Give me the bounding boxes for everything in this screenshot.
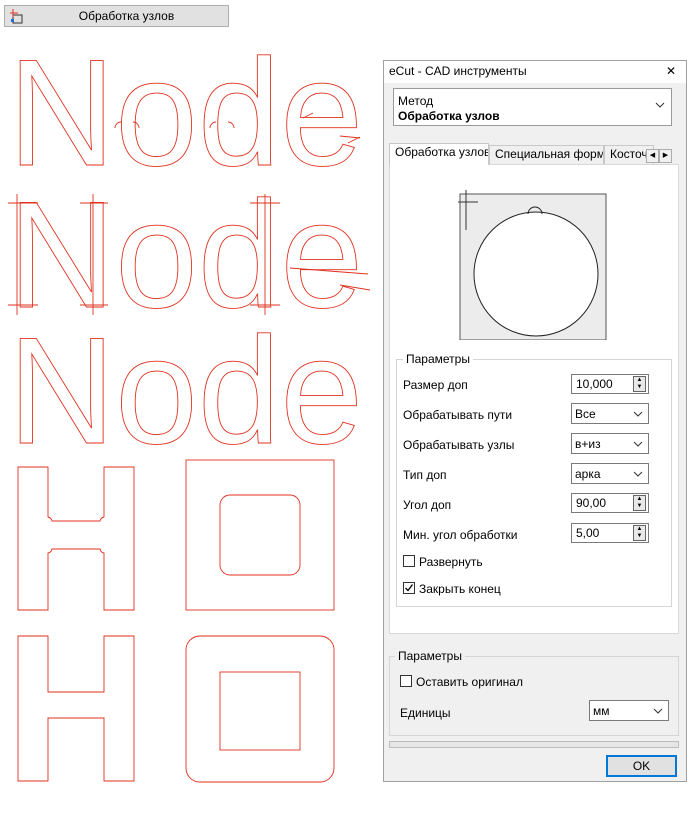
method-tabs: Обработка узлов Специальная форма Косточ… — [389, 143, 682, 165]
method-dropdown[interactable]: Метод Обработка узлов — [393, 88, 672, 126]
node-tool-icon — [10, 9, 23, 24]
h-shape-dogbones — [17, 466, 135, 611]
panel-titlebar: eCut - CAD инструменты ✕ — [384, 61, 686, 83]
o-rounded-shape — [185, 635, 335, 783]
spin-arrows-icon[interactable]: ▲ ▼ — [633, 495, 646, 511]
parameters-title: Параметры — [403, 352, 473, 366]
tab-scroll-right-icon[interactable]: ▶ — [659, 149, 672, 163]
process-paths-value: Все — [575, 407, 596, 421]
process-nodes-label: Обрабатывать узлы — [403, 438, 515, 452]
o-square-shape — [185, 459, 335, 611]
chevron-down-icon — [633, 471, 643, 477]
general-parameters-title: Параметры — [395, 649, 465, 663]
drawing-canvas[interactable]: Node Node Node — [0, 40, 380, 800]
chevron-down-icon — [633, 441, 643, 447]
chevron-down-icon — [655, 102, 665, 108]
progress-bar — [389, 741, 679, 748]
min-angle-value: 5,00 — [576, 526, 600, 540]
panel-title: eCut - CAD инструменты — [389, 64, 527, 78]
bone-type-select[interactable]: арка — [571, 463, 649, 484]
method-label: Метод — [398, 94, 434, 108]
chevron-down-icon — [653, 708, 663, 714]
parameters-group: Параметры Размер доп 10,000 ▲ ▼ Обрабатыв… — [396, 352, 672, 607]
bone-angle-label: Угол доп — [403, 498, 452, 512]
spin-arrows-icon[interactable]: ▲ ▼ — [633, 525, 646, 541]
min-angle-label: Мин. угол обработки — [403, 528, 518, 542]
units-label: Единицы — [400, 706, 451, 720]
tab-scroll-buttons: ◀ ▶ — [646, 146, 674, 163]
units-value: мм — [593, 704, 610, 718]
toolbar-button-label: Обработка узлов — [78, 9, 175, 23]
h-shape-plain — [17, 635, 135, 782]
tab-content-node-processing: Параметры Размер доп 10,000 ▲ ▼ Обрабатыв… — [389, 164, 679, 634]
node-processing-toolbar-button[interactable]: Обработка узлов — [4, 5, 229, 27]
node-word-row3: Node — [8, 306, 363, 476]
spin-arrows-icon[interactable]: ▲ ▼ — [633, 376, 646, 392]
close-end-checkbox[interactable] — [403, 582, 415, 594]
process-paths-label: Обрабатывать пути — [403, 408, 513, 422]
bone-angle-spinbox[interactable]: 90,00 ▲ ▼ — [571, 493, 649, 513]
tab-scroll-left-icon[interactable]: ◀ — [646, 149, 659, 163]
node-text-plain: Node — [8, 306, 364, 477]
expand-label: Развернуть — [419, 555, 483, 569]
tab-special-shape[interactable]: Специальная форма — [489, 145, 604, 164]
general-parameters-group: Параметры Оставить оригинал Единицы мм — [389, 649, 679, 736]
process-nodes-select[interactable]: в+из — [571, 433, 649, 454]
process-paths-select[interactable]: Все — [571, 403, 649, 424]
ecut-tools-panel: eCut - CAD инструменты ✕ Метод Обработка… — [383, 60, 687, 782]
bone-type-label: Тип доп — [403, 468, 447, 482]
size-value: 10,000 — [576, 377, 613, 391]
node-preview-image — [458, 190, 607, 340]
bone-angle-value: 90,00 — [576, 496, 607, 510]
min-angle-spinbox[interactable]: 5,00 ▲ ▼ — [571, 523, 649, 543]
keep-original-checkbox[interactable] — [400, 675, 412, 687]
units-select[interactable]: мм — [589, 700, 669, 721]
method-value: Обработка узлов — [398, 109, 500, 123]
size-spinbox[interactable]: 10,000 ▲ ▼ — [571, 374, 649, 394]
checkmark-icon — [405, 584, 414, 592]
keep-original-label: Оставить оригинал — [416, 675, 523, 689]
tab-node-processing[interactable]: Обработка узлов — [389, 143, 489, 165]
chevron-down-icon — [633, 411, 643, 417]
ok-button[interactable]: OK — [606, 755, 677, 777]
expand-checkbox[interactable] — [403, 555, 415, 567]
size-label: Размер доп — [403, 378, 468, 392]
bone-type-value: арка — [575, 467, 601, 481]
close-icon[interactable]: ✕ — [664, 65, 678, 79]
process-nodes-value: в+из — [575, 437, 601, 451]
close-end-label: Закрыть конец — [419, 582, 501, 596]
